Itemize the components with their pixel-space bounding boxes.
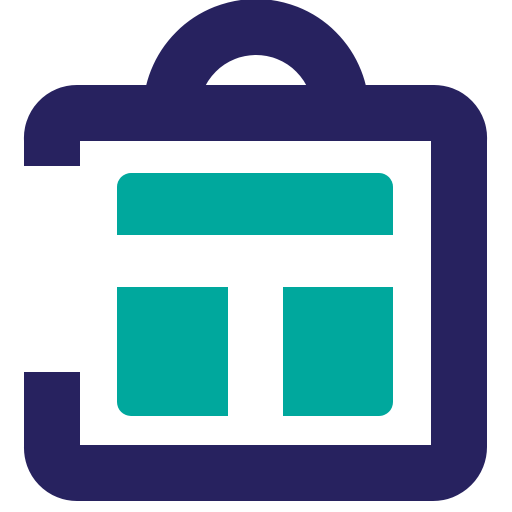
bag-body-outline: [23, 84, 488, 501]
bag-body-gap-bottom: [24, 372, 80, 448]
app-logo: [0, 0, 512, 512]
bottom-left-panel: [117, 287, 228, 416]
top-panel: [117, 173, 393, 235]
bag-layout-icon: [23, 0, 488, 501]
bag-body-gap-top: [24, 140, 80, 166]
bottom-right-panel: [283, 287, 393, 416]
